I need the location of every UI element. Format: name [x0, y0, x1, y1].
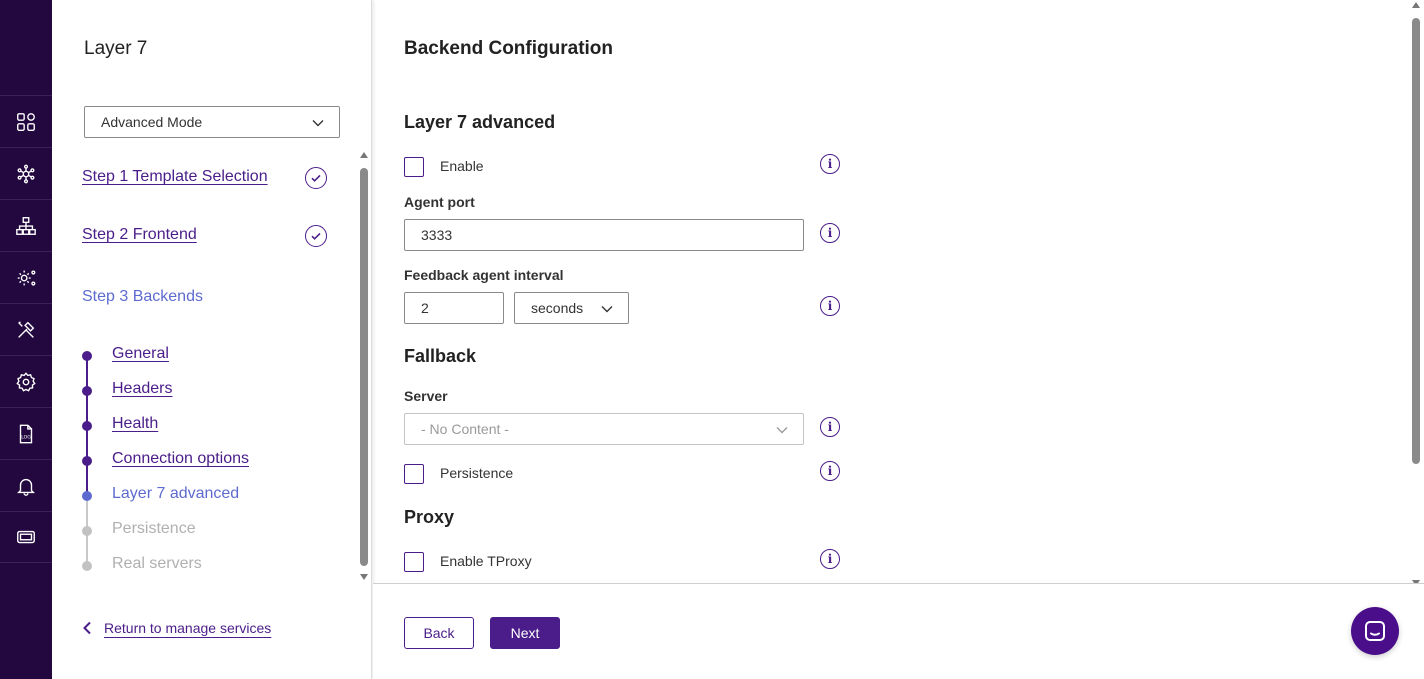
main-content: Backend Configuration Layer 7 advanced E… [373, 0, 1424, 679]
return-to-services-link[interactable]: Return to manage services [82, 620, 271, 636]
server-label: Server [404, 388, 448, 404]
section-fallback: Fallback [404, 346, 477, 366]
rail-notifications[interactable] [0, 459, 52, 511]
enable-tproxy-checkbox[interactable] [404, 552, 424, 572]
next-button[interactable]: Next [490, 617, 560, 649]
chat-icon [1365, 621, 1385, 641]
info-icon[interactable]: i [820, 223, 840, 243]
bell-icon [17, 478, 35, 496]
page-title: Backend Configuration [404, 38, 614, 59]
rail-support[interactable] [0, 511, 52, 563]
step-1-link[interactable]: Step 1 Template Selection [82, 168, 268, 186]
wizard-panel: Layer 7 Advanced Mode Step 1 Template Se… [52, 0, 372, 679]
rail-services-settings[interactable] [0, 251, 52, 303]
persistence-label: Persistence [440, 465, 514, 481]
substep-label: Connection options [112, 450, 249, 467]
interval-unit-select[interactable]: seconds [514, 292, 629, 324]
section-layer7-advanced: Layer 7 advanced [404, 112, 556, 132]
substep-layer7-advanced: Layer 7 advanced [82, 485, 322, 507]
step-dot [82, 561, 92, 571]
scroll-down-arrow[interactable] [360, 574, 368, 580]
rail-apps[interactable] [0, 95, 52, 147]
fallback-server-value: - No Content - [421, 421, 509, 437]
cluster-icon [17, 164, 35, 183]
enable-label: Enable [440, 158, 484, 174]
rail-logs[interactable]: LOG [0, 407, 52, 459]
wizard-scrollbar[interactable] [358, 150, 370, 582]
feedback-interval-label: Feedback agent interval [404, 267, 564, 283]
rail-settings[interactable] [0, 355, 52, 407]
section-proxy: Proxy [404, 507, 455, 527]
step-dot [82, 421, 92, 431]
check-circle-icon [305, 225, 327, 247]
substep-label: General [112, 345, 169, 362]
substep-persistence: Persistence [82, 520, 322, 542]
scroll-up-arrow[interactable] [1412, 2, 1420, 8]
substep-real-servers: Real servers [82, 555, 322, 577]
substep-label: Health [112, 415, 159, 432]
step-dot [82, 351, 92, 361]
mode-select-value: Advanced Mode [101, 114, 203, 130]
chat-launcher-button[interactable] [1351, 607, 1399, 655]
feedback-interval-input[interactable]: 2 [404, 292, 504, 324]
chevron-down-icon [776, 427, 788, 434]
wizard-title: Layer 7 [84, 38, 148, 59]
rail-network[interactable] [0, 199, 52, 251]
scroll-thumb[interactable] [1412, 18, 1420, 464]
interval-unit-value: seconds [531, 300, 584, 316]
step-2-link[interactable]: Step 2 Frontend [82, 226, 197, 244]
log-icon: LOG [19, 424, 33, 443]
rail-cluster[interactable] [0, 147, 52, 199]
persistence-checkbox[interactable] [404, 464, 424, 484]
fallback-server-select[interactable]: - No Content - [404, 413, 804, 445]
step-3-current: Step 3 Backends [82, 288, 203, 305]
info-icon[interactable]: i [820, 549, 840, 569]
step-dot [82, 386, 92, 396]
settings-icon [16, 371, 36, 392]
info-icon[interactable]: i [820, 296, 840, 316]
substep-health[interactable]: Health [82, 415, 322, 437]
log-icon-label: LOG [21, 434, 31, 440]
return-link-label: Return to manage services [104, 620, 272, 636]
info-icon[interactable]: i [820, 417, 840, 437]
substep-label: Layer 7 advanced [112, 485, 240, 502]
step-dot [82, 456, 92, 466]
services-settings-icon [17, 269, 36, 286]
step-dot [82, 491, 92, 501]
rail-tools[interactable] [0, 303, 52, 355]
substep-label: Persistence [112, 520, 196, 537]
tools-icon [18, 321, 35, 338]
scroll-thumb[interactable] [360, 168, 368, 566]
chevron-down-icon [312, 120, 324, 127]
substep-connection-options[interactable]: Connection options [82, 450, 322, 472]
left-nav-rail: LOG [0, 0, 52, 679]
main-scrollbar[interactable] [1410, 2, 1422, 586]
ticket-icon [17, 530, 35, 544]
info-icon[interactable]: i [820, 154, 840, 174]
substep-headers[interactable]: Headers [82, 380, 322, 402]
agent-port-input[interactable]: 3333 [404, 219, 804, 251]
enable-checkbox[interactable] [404, 157, 424, 177]
mode-select[interactable]: Advanced Mode [84, 106, 340, 138]
network-icon [16, 216, 36, 235]
agent-port-label: Agent port [404, 194, 475, 210]
back-button[interactable]: Back [404, 617, 474, 649]
info-icon[interactable]: i [820, 461, 840, 481]
apps-icon [17, 112, 35, 131]
chevron-left-icon [83, 621, 91, 635]
substep-label: Headers [112, 380, 173, 397]
enable-tproxy-label: Enable TProxy [440, 553, 532, 569]
substep-general[interactable]: General [82, 345, 322, 367]
step-dot [82, 526, 92, 536]
scroll-up-arrow[interactable] [360, 152, 368, 158]
chevron-down-icon [601, 306, 613, 313]
substep-label: Real servers [112, 555, 202, 572]
check-circle-icon [305, 167, 327, 189]
wizard-footer: Back Next [373, 583, 1424, 679]
